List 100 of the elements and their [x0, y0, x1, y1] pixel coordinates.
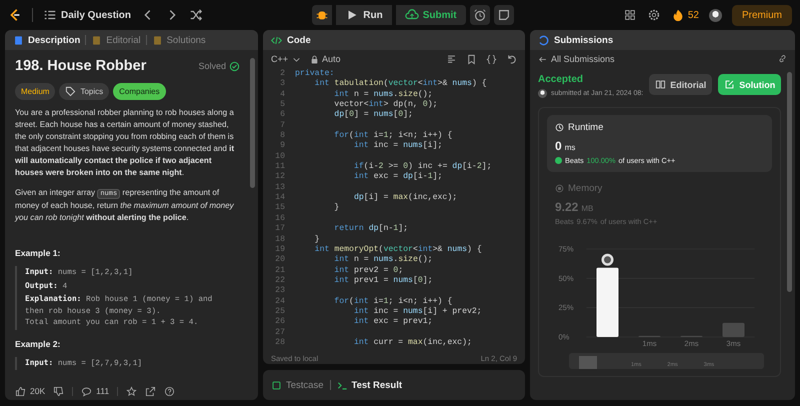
- reset-icon[interactable]: [506, 54, 517, 64]
- code-line: int memoryOpt(vector<int>& nums) {: [314, 244, 482, 255]
- line-number: 25: [274, 306, 286, 318]
- overview-bar: [579, 356, 597, 369]
- code-line: int curr = max(inc,exc);: [352, 338, 472, 348]
- line-number: 9: [279, 141, 286, 152]
- braces-icon[interactable]: [486, 54, 497, 64]
- example-heading: Example 2:: [15, 338, 62, 348]
- code-line: int n = nums.size();: [333, 255, 433, 266]
- shuffle-icon[interactable]: [189, 8, 204, 22]
- edit-icon: [724, 79, 736, 90]
- bookmark-icon[interactable]: [466, 54, 477, 64]
- share-icon[interactable]: [145, 386, 156, 396]
- check-circle-icon: [229, 60, 240, 72]
- panel-tab[interactable]: Solutions: [152, 34, 206, 46]
- checkbox-icon: [271, 380, 282, 390]
- line-number: 18: [274, 234, 286, 245]
- line-number: 15: [274, 203, 286, 214]
- history-icon: [538, 34, 549, 46]
- scrollbar[interactable]: [250, 58, 255, 188]
- beats-icon: [555, 157, 562, 164]
- line-number: 22: [274, 276, 286, 286]
- language-dropdown[interactable]: C++: [271, 54, 302, 64]
- all-submissions-link[interactable]: All Submissions: [538, 54, 615, 64]
- avatar: [538, 89, 547, 98]
- line-number: 11: [274, 162, 286, 172]
- result-status: Accepted: [538, 74, 584, 85]
- problem-title: 198. House Robber: [15, 58, 146, 74]
- lock-icon: [310, 54, 320, 64]
- flame-icon: [670, 8, 685, 22]
- logo-icon[interactable]: [8, 8, 22, 22]
- solved-label: Solved: [198, 61, 226, 71]
- code-icon: [271, 34, 282, 46]
- code-line: int exc = dp[i-1];: [352, 172, 442, 183]
- cloud-upload-icon: [404, 8, 419, 22]
- tab-icon: [91, 34, 102, 46]
- like-button[interactable]: 20K: [15, 386, 46, 396]
- comment-icon: [81, 386, 92, 396]
- stat-unit: ms: [564, 143, 576, 152]
- code-line: int prev2 = 0;: [333, 266, 404, 276]
- tab-icon: [13, 34, 24, 46]
- star-icon[interactable]: [126, 386, 138, 396]
- line-number: 13: [274, 182, 286, 194]
- code-line: int inc = nums[i] + prev2;: [352, 306, 482, 317]
- code-line: int tabulation(vector<int>& nums) {: [314, 79, 487, 90]
- daily-question-button[interactable]: Daily Question: [43, 8, 132, 22]
- alarm-icon[interactable]: [470, 5, 490, 25]
- stat-label: Runtime: [568, 122, 604, 133]
- scrollbar[interactable]: [787, 72, 792, 292]
- code-line: int prev1 = nums[0];: [333, 276, 433, 286]
- submit-button[interactable]: Submit: [396, 5, 466, 25]
- avatar-marker: [602, 254, 614, 266]
- line-number: 5: [279, 100, 286, 110]
- panel-tab[interactable]: Editorial: [91, 34, 141, 46]
- code-line: vector<int> dp(n, 0);: [333, 100, 438, 110]
- dislike-icon[interactable]: [53, 386, 64, 396]
- line-number: 4: [279, 90, 286, 100]
- avatar[interactable]: [708, 8, 722, 22]
- settings-icon[interactable]: [646, 8, 661, 22]
- line-number: 10: [274, 152, 286, 162]
- line-number: 14: [274, 193, 286, 204]
- line-number: 16: [274, 214, 286, 224]
- panel-tab[interactable]: Testcase: [271, 380, 324, 390]
- run-button[interactable]: Run: [336, 5, 392, 25]
- code-line: return dp[n-1];: [333, 224, 408, 234]
- panel-title: Code: [287, 34, 311, 46]
- line-number: 7: [279, 120, 286, 132]
- line-number: 28: [274, 338, 286, 348]
- tag-icon: [65, 86, 76, 97]
- code-line: }: [314, 234, 320, 245]
- line-number: 19: [274, 244, 286, 256]
- stat-value: 9.22: [555, 200, 578, 214]
- line-number: 8: [279, 131, 286, 142]
- editorial-button[interactable]: Editorial: [649, 74, 712, 95]
- debug-icon[interactable]: [312, 5, 332, 25]
- code-line: for(int i=1; i<n; i++) {: [333, 131, 452, 141]
- tag[interactable]: Companies: [113, 83, 166, 100]
- link-icon[interactable]: [778, 54, 787, 64]
- line-number: 12: [274, 172, 286, 183]
- grid-icon[interactable]: [622, 8, 637, 22]
- panel-title: Submissions: [554, 34, 614, 46]
- comments-button[interactable]: 111: [81, 386, 110, 396]
- line-number: 20: [274, 255, 286, 266]
- panel-tab[interactable]: Test Result: [336, 380, 402, 390]
- stat-value: 0: [555, 139, 562, 153]
- tag[interactable]: Topics: [59, 83, 110, 100]
- back-arrow-icon: [538, 54, 547, 64]
- streak-count: 52: [688, 10, 699, 20]
- line-number: 2: [279, 69, 286, 80]
- note-icon[interactable]: [494, 5, 514, 25]
- format-icon[interactable]: [446, 54, 457, 64]
- book-icon: [655, 79, 666, 90]
- help-icon[interactable]: [164, 386, 176, 396]
- line-number: 6: [279, 110, 286, 121]
- stat-label: Memory: [568, 183, 602, 194]
- code-line: for(int i=1; i<n; i++) {: [333, 296, 452, 307]
- tag[interactable]: Medium: [15, 83, 56, 100]
- panel-tab[interactable]: Description: [13, 34, 80, 46]
- premium-button[interactable]: Premium: [732, 4, 792, 26]
- line-number: 23: [274, 286, 286, 297]
